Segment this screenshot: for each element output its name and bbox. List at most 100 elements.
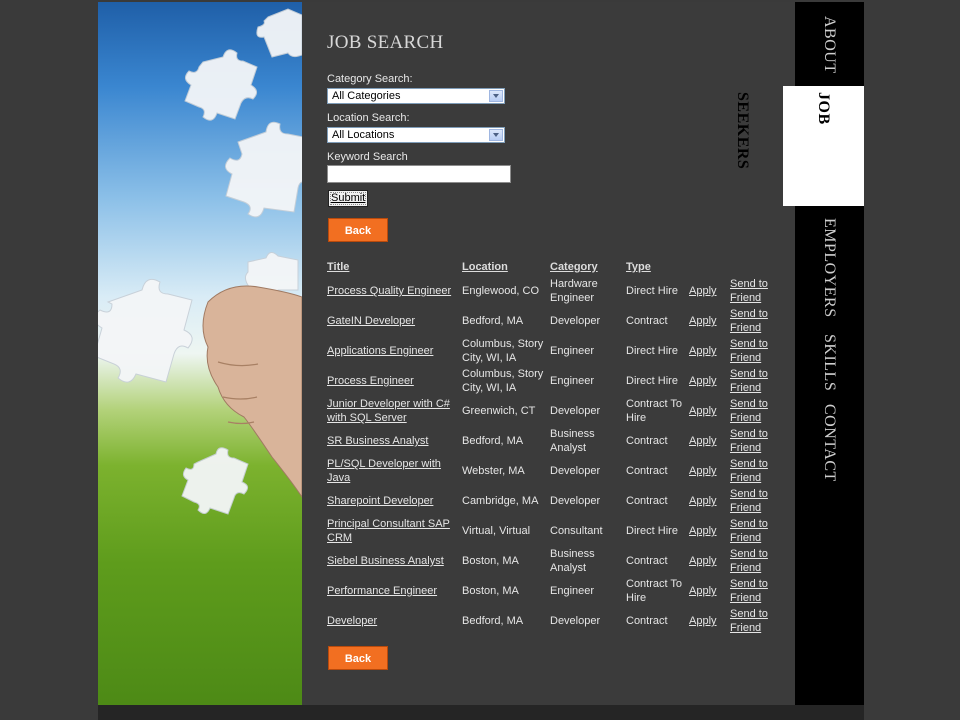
job-category: Developer (550, 315, 601, 327)
apply-cell: Apply (689, 546, 730, 576)
send-to-friend-link[interactable]: Send to Friend (730, 398, 768, 424)
apply-link[interactable]: Apply (689, 525, 717, 537)
apply-link[interactable]: Apply (689, 285, 717, 297)
job-title-cell: Junior Developer with C# with SQL Server (327, 396, 462, 426)
submit-button[interactable]: Submit (328, 190, 369, 207)
nav-contact[interactable]: CONTACT (795, 404, 864, 494)
apply-link[interactable]: Apply (689, 375, 717, 387)
send-to-friend-link[interactable]: Send to Friend (730, 338, 768, 364)
job-location: Boston, MA (462, 585, 519, 597)
right-navigation: ABOUT JOB SEEKERS EMPLOYERS SKILLS CONTA… (734, 2, 864, 705)
apply-link[interactable]: Apply (689, 315, 717, 327)
chevron-down-icon[interactable] (489, 129, 503, 141)
job-title-cell: Sharepoint Developer (327, 486, 462, 516)
send-to-friend-link[interactable]: Send to Friend (730, 368, 768, 394)
job-category: Engineer (550, 585, 595, 597)
job-type: Contract To Hire (626, 398, 683, 424)
send-to-friend-cell: Send to Friend (730, 276, 780, 306)
nav-job-seekers[interactable]: JOB SEEKERS (734, 86, 864, 206)
send-to-friend-link[interactable]: Send to Friend (730, 518, 768, 544)
back-button-top[interactable]: Back (328, 218, 388, 242)
location-select[interactable]: All Locations (327, 127, 505, 143)
job-title-link[interactable]: Performance Engineer (327, 585, 437, 597)
back-button-bottom[interactable]: Back (328, 646, 388, 670)
header-location[interactable]: Location (462, 258, 550, 276)
job-title-link[interactable]: Process Engineer (327, 375, 414, 387)
footer-strip (98, 705, 864, 720)
send-to-friend-cell: Send to Friend (730, 336, 780, 366)
send-to-friend-cell: Send to Friend (730, 366, 780, 396)
apply-link[interactable]: Apply (689, 585, 717, 597)
send-to-friend-label-1: Send to (730, 338, 768, 350)
table-row: PL/SQL Developer with Java Webster, MA Dev… (327, 456, 780, 486)
job-category: Consultant (550, 525, 603, 537)
table-row: Process Quality Engineer Englewood, CO Har… (327, 276, 780, 306)
header-title[interactable]: Title (327, 258, 462, 276)
send-to-friend-label-2: Friend (730, 562, 762, 574)
job-title-link[interactable]: PL/SQL Developer with Java (327, 458, 441, 484)
job-title-link[interactable]: Principal Consultant SAP CRM (327, 518, 450, 544)
job-type: Contract To Hire (626, 578, 683, 604)
nav-about[interactable]: ABOUT (795, 16, 864, 78)
job-title-link[interactable]: Process Quality Engineer (327, 285, 451, 297)
job-type: Contract (626, 315, 668, 327)
job-title-link[interactable]: Sharepoint Developer (327, 495, 433, 507)
job-location: Greenwich, CT (462, 405, 536, 417)
page-wrapper: JOB SEARCH Category Search: All Categori… (98, 2, 864, 705)
job-category: Developer (550, 405, 601, 417)
send-to-friend-cell: Send to Friend (730, 306, 780, 336)
job-title-cell: Developer (327, 606, 462, 636)
job-title-cell: Principal Consultant SAP CRM (327, 516, 462, 546)
nav-skills[interactable]: SKILLS (795, 334, 864, 396)
job-title-link[interactable]: GateIN Developer (327, 315, 415, 327)
send-to-friend-link[interactable]: Send to Friend (730, 428, 768, 454)
send-to-friend-label-1: Send to (730, 458, 768, 470)
send-to-friend-link[interactable]: Send to Friend (730, 278, 768, 304)
apply-cell: Apply (689, 276, 730, 306)
send-to-friend-link[interactable]: Send to Friend (730, 488, 768, 514)
send-to-friend-label-2: Friend (730, 322, 762, 334)
job-title-link[interactable]: Siebel Business Analyst (327, 555, 444, 567)
send-to-friend-link[interactable]: Send to Friend (730, 458, 768, 484)
send-to-friend-label-1: Send to (730, 398, 768, 410)
job-location: Columbus, Story City, WI, IA (462, 368, 544, 394)
send-to-friend-label-2: Friend (730, 382, 762, 394)
job-location: Bedford, MA (462, 615, 524, 627)
send-to-friend-label-1: Send to (730, 488, 768, 500)
header-type[interactable]: Type (626, 258, 689, 276)
apply-link[interactable]: Apply (689, 495, 717, 507)
header-category[interactable]: Category (550, 258, 626, 276)
job-title-cell: PL/SQL Developer with Java (327, 456, 462, 486)
apply-link[interactable]: Apply (689, 465, 717, 477)
job-category: Developer (550, 495, 601, 507)
apply-link[interactable]: Apply (689, 555, 717, 567)
job-title-link[interactable]: SR Business Analyst (327, 435, 429, 447)
job-title-cell: GateIN Developer (327, 306, 462, 336)
chevron-down-icon[interactable] (489, 90, 503, 102)
job-title-link[interactable]: Junior Developer with C# with SQL Server (327, 398, 450, 424)
job-title-link[interactable]: Applications Engineer (327, 345, 433, 357)
job-title-link[interactable]: Developer (327, 615, 377, 627)
send-to-friend-link[interactable]: Send to Friend (730, 578, 768, 604)
apply-cell: Apply (689, 516, 730, 546)
table-row: Developer Bedford, MA Developer Contract App… (327, 606, 780, 636)
nav-employers[interactable]: EMPLOYERS (795, 218, 864, 328)
send-to-friend-link[interactable]: Send to Friend (730, 548, 768, 574)
apply-link[interactable]: Apply (689, 345, 717, 357)
apply-link[interactable]: Apply (689, 405, 717, 417)
category-label: Category Search: (327, 73, 413, 85)
apply-cell: Apply (689, 366, 730, 396)
table-row: Sharepoint Developer Cambridge, MA Develop… (327, 486, 780, 516)
send-to-friend-label-1: Send to (730, 608, 768, 620)
apply-link[interactable]: Apply (689, 435, 717, 447)
apply-link[interactable]: Apply (689, 615, 717, 627)
table-row: Process Engineer Columbus, Story City, WI… (327, 366, 780, 396)
keyword-input[interactable] (327, 165, 511, 183)
send-to-friend-link[interactable]: Send to Friend (730, 608, 768, 634)
job-category: Business Analyst (550, 548, 595, 574)
send-to-friend-link[interactable]: Send to Friend (730, 308, 768, 334)
send-to-friend-label-2: Friend (730, 292, 762, 304)
jobs-table: Title Location Category Type Process Qua… (327, 258, 780, 636)
send-to-friend-label-2: Friend (730, 442, 762, 454)
category-select[interactable]: All Categories (327, 88, 505, 104)
